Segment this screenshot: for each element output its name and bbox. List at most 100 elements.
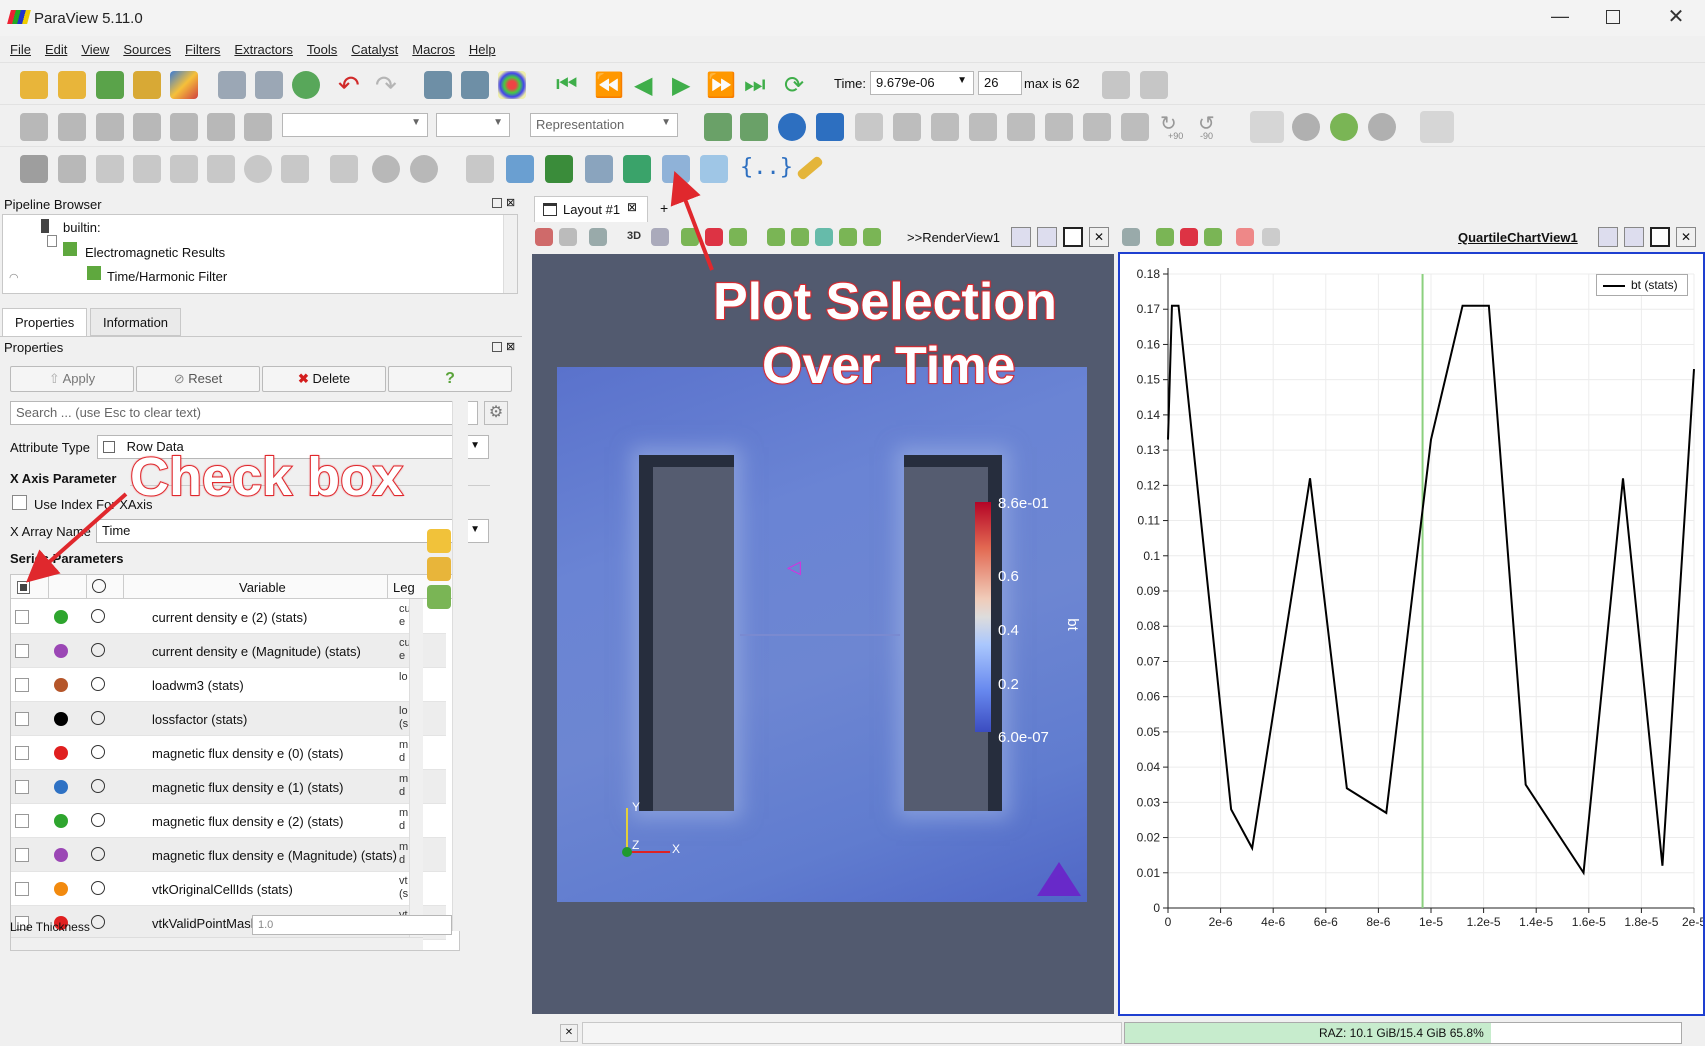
legend-column-header[interactable]: Leg bbox=[393, 580, 415, 595]
previous-frame-icon[interactable]: ⏪ bbox=[594, 71, 624, 100]
series-visibility-icon[interactable] bbox=[91, 915, 105, 929]
stream-tracer-icon[interactable] bbox=[281, 155, 309, 183]
menu-item-sources[interactable]: Sources bbox=[123, 40, 171, 59]
clip-icon[interactable] bbox=[96, 155, 124, 183]
series-visibility-icon[interactable] bbox=[91, 677, 105, 691]
pipeline-item-time-harmonic-filter[interactable]: Time/Harmonic Filter bbox=[107, 269, 227, 284]
chart-clear-selection-icon[interactable] bbox=[1262, 228, 1280, 246]
menu-item-catalyst[interactable]: Catalyst bbox=[351, 40, 398, 59]
reset-center-icon[interactable] bbox=[816, 113, 844, 141]
pipeline-scrollbar[interactable] bbox=[503, 215, 517, 293]
series-visibility-icon[interactable] bbox=[91, 745, 105, 759]
series-color-swatch[interactable] bbox=[54, 882, 68, 896]
play-icon[interactable]: ▶ bbox=[672, 71, 690, 100]
series-visibility-icon[interactable] bbox=[91, 711, 105, 725]
source-icon-1[interactable] bbox=[20, 113, 48, 141]
series-visibility-icon[interactable] bbox=[91, 813, 105, 827]
menu-item-filters[interactable]: Filters bbox=[185, 40, 220, 59]
variable-select[interactable]: ▼ bbox=[282, 113, 428, 137]
view-minus-y-icon[interactable] bbox=[1007, 113, 1035, 141]
probe-icon[interactable] bbox=[466, 155, 494, 183]
redo-icon[interactable]: ↷ bbox=[375, 70, 397, 101]
series-checkbox[interactable] bbox=[15, 814, 29, 828]
select-frustum-icon[interactable] bbox=[729, 228, 747, 246]
auto-apply-icon[interactable] bbox=[292, 71, 320, 99]
disconnect-icon[interactable] bbox=[218, 71, 246, 99]
series-checkbox[interactable] bbox=[15, 610, 29, 624]
split-horizontal-icon[interactable] bbox=[1598, 227, 1618, 247]
split-horizontal-icon[interactable] bbox=[1011, 227, 1031, 247]
interaction-mode-icon[interactable] bbox=[1250, 111, 1284, 143]
hover-cells-icon[interactable] bbox=[839, 228, 857, 246]
series-table-vscroll[interactable] bbox=[409, 599, 423, 939]
variable-column-header[interactable]: Variable bbox=[239, 580, 286, 595]
menu-item-help[interactable]: Help bbox=[469, 40, 496, 59]
maximize-view-icon[interactable] bbox=[1063, 227, 1083, 247]
connect-icon[interactable] bbox=[170, 71, 198, 99]
plot-selection-icon[interactable] bbox=[585, 155, 613, 183]
series-color-swatch[interactable] bbox=[54, 712, 68, 726]
line-thickness-input[interactable]: 1.0 bbox=[252, 915, 452, 935]
extract-subset-icon[interactable] bbox=[207, 155, 235, 183]
layout-tab[interactable]: Layout #1 ⊠ bbox=[534, 196, 648, 222]
tab-properties[interactable]: Properties bbox=[2, 308, 88, 336]
capture-icon[interactable] bbox=[1122, 228, 1140, 246]
next-frame-icon[interactable]: ⏩ bbox=[706, 71, 736, 100]
series-visibility-icon[interactable] bbox=[91, 643, 105, 657]
color-palette-icon[interactable] bbox=[498, 71, 526, 99]
python-calculator-icon[interactable]: {..} bbox=[740, 155, 793, 180]
orbit-icon[interactable] bbox=[1292, 113, 1320, 141]
view-minus-z-icon[interactable] bbox=[1083, 113, 1111, 141]
source-icon-5[interactable] bbox=[170, 113, 198, 141]
add-layout-tab[interactable]: + bbox=[660, 200, 668, 216]
select-cells-icon[interactable] bbox=[681, 228, 699, 246]
reverse-play-icon[interactable]: ◀ bbox=[634, 71, 652, 100]
view-minus-x-icon[interactable] bbox=[931, 113, 959, 141]
close-panel-icon[interactable]: ⊠ bbox=[506, 196, 515, 209]
status-close-icon[interactable]: ✕ bbox=[560, 1024, 578, 1042]
source-icon-2[interactable] bbox=[58, 113, 86, 141]
chart-deselect-icon[interactable] bbox=[1180, 228, 1198, 246]
view-plus-x-icon[interactable] bbox=[893, 113, 921, 141]
server-icon[interactable] bbox=[255, 71, 283, 99]
series-visibility-icon[interactable] bbox=[91, 609, 105, 623]
zoom-selection-icon[interactable] bbox=[855, 113, 883, 141]
series-checkbox[interactable] bbox=[15, 848, 29, 862]
first-frame-icon[interactable]: ⏮ bbox=[556, 71, 578, 99]
contour-icon[interactable] bbox=[58, 155, 86, 183]
glyph-icon[interactable] bbox=[244, 155, 272, 183]
properties-search-input[interactable]: Search ... (use Esc to clear text) bbox=[10, 401, 478, 425]
undock-icon[interactable] bbox=[492, 198, 502, 208]
menu-item-tools[interactable]: Tools bbox=[307, 40, 337, 59]
close-view-icon[interactable]: ✕ bbox=[1676, 227, 1696, 247]
view-plus-z-icon[interactable] bbox=[1045, 113, 1073, 141]
close-tab-icon[interactable]: ⊠ bbox=[627, 200, 637, 214]
warp-icon[interactable] bbox=[330, 155, 358, 183]
open-folder-icon[interactable] bbox=[427, 557, 451, 581]
save-folder-icon[interactable] bbox=[427, 585, 451, 609]
group-icon[interactable] bbox=[372, 155, 400, 183]
menu-item-macros[interactable]: Macros bbox=[412, 40, 455, 59]
reset-camera-icon[interactable] bbox=[704, 113, 732, 141]
slice-icon[interactable] bbox=[133, 155, 161, 183]
view-plus-y-icon[interactable] bbox=[969, 113, 997, 141]
series-row[interactable]: loadwm3 (stats) lo bbox=[11, 668, 446, 702]
series-color-swatch[interactable] bbox=[54, 780, 68, 794]
light-kit-icon[interactable] bbox=[1420, 111, 1454, 143]
series-visibility-icon[interactable] bbox=[91, 881, 105, 895]
help-button[interactable]: ? bbox=[388, 366, 512, 392]
series-visibility-icon[interactable] bbox=[91, 847, 105, 861]
component-select[interactable]: ▼ bbox=[436, 113, 510, 137]
calculator-icon[interactable] bbox=[20, 155, 48, 183]
series-checkbox[interactable] bbox=[15, 882, 29, 896]
loop-icon[interactable]: ⟳ bbox=[784, 71, 804, 100]
series-color-swatch[interactable] bbox=[54, 644, 68, 658]
pipeline-item-electromagnetic-results[interactable]: Electromagnetic Results bbox=[85, 245, 225, 260]
menu-item-file[interactable]: File bbox=[10, 40, 31, 59]
timestep-spinbox[interactable]: 26 bbox=[978, 71, 1022, 95]
select-all-checkbox[interactable] bbox=[17, 581, 30, 594]
select-block-icon[interactable] bbox=[791, 228, 809, 246]
series-row[interactable]: vtkOriginalCellIds (stats) vt (s bbox=[11, 872, 446, 906]
eye-icon[interactable]: ◠ bbox=[9, 271, 19, 284]
zoom-closest-icon[interactable] bbox=[740, 113, 768, 141]
